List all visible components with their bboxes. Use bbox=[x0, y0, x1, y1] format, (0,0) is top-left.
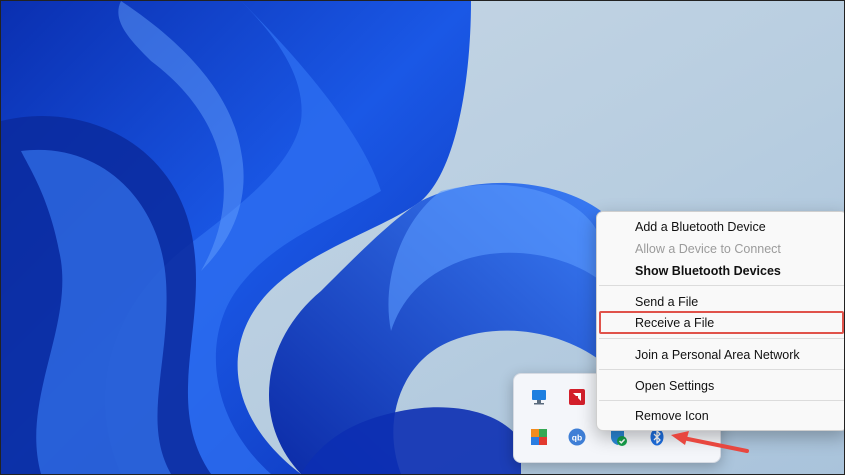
desktop: qb Add a Bluetooth Device Allow a Device… bbox=[0, 0, 845, 475]
annotation-arrow bbox=[671, 431, 749, 453]
menu-separator bbox=[599, 400, 844, 401]
menu-item-add-bluetooth-device[interactable]: Add a Bluetooth Device bbox=[599, 215, 844, 239]
menu-separator bbox=[599, 338, 844, 339]
app-grid-icon[interactable] bbox=[528, 426, 550, 448]
menu-item-show-bluetooth-devices[interactable]: Show Bluetooth Devices bbox=[599, 259, 844, 283]
amd-icon[interactable] bbox=[566, 386, 588, 408]
menu-separator bbox=[599, 285, 844, 286]
qbittorrent-icon[interactable]: qb bbox=[566, 426, 588, 448]
svg-text:qb: qb bbox=[572, 433, 582, 443]
menu-separator bbox=[599, 369, 844, 370]
monitor-icon[interactable] bbox=[528, 386, 550, 408]
bluetooth-context-menu: Add a Bluetooth Device Allow a Device to… bbox=[596, 211, 844, 431]
menu-item-remove-icon[interactable]: Remove Icon bbox=[599, 404, 844, 428]
menu-item-allow-device-to-connect: Allow a Device to Connect bbox=[635, 242, 781, 256]
menu-item-join-personal-area-network[interactable]: Join a Personal Area Network bbox=[599, 343, 844, 367]
menu-item-open-settings[interactable]: Open Settings bbox=[599, 374, 844, 398]
menu-item-receive-file[interactable]: Receive a File bbox=[599, 311, 844, 334]
